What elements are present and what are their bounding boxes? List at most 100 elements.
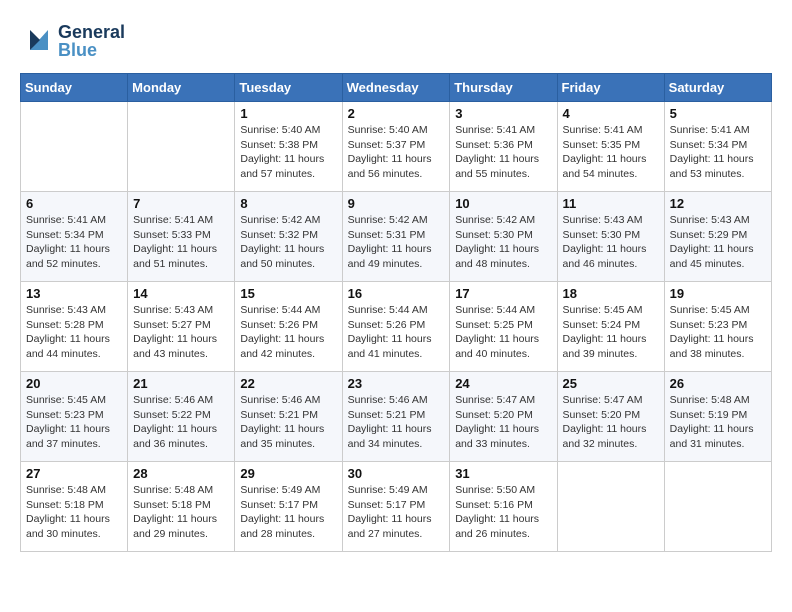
- day-number: 9: [348, 196, 445, 211]
- day-number: 7: [133, 196, 229, 211]
- day-info: Sunrise: 5:46 AMSunset: 5:22 PMDaylight:…: [133, 393, 229, 452]
- calendar-cell: 22 Sunrise: 5:46 AMSunset: 5:21 PMDayligh…: [235, 372, 342, 462]
- day-info: Sunrise: 5:43 AMSunset: 5:27 PMDaylight:…: [133, 303, 229, 362]
- day-info: Sunrise: 5:44 AMSunset: 5:25 PMDaylight:…: [455, 303, 551, 362]
- calendar-cell: 17 Sunrise: 5:44 AMSunset: 5:25 PMDayligh…: [450, 282, 557, 372]
- calendar-cell: 5 Sunrise: 5:41 AMSunset: 5:34 PMDaylight…: [664, 102, 771, 192]
- day-number: 30: [348, 466, 445, 481]
- day-info: Sunrise: 5:42 AMSunset: 5:31 PMDaylight:…: [348, 213, 445, 272]
- header: General Blue: [20, 20, 772, 61]
- day-number: 20: [26, 376, 122, 391]
- logo-blue: Blue: [58, 41, 125, 59]
- day-number: 24: [455, 376, 551, 391]
- weekday-row: SundayMondayTuesdayWednesdayThursdayFrid…: [21, 74, 772, 102]
- calendar-cell: 8 Sunrise: 5:42 AMSunset: 5:32 PMDaylight…: [235, 192, 342, 282]
- day-info: Sunrise: 5:46 AMSunset: 5:21 PMDaylight:…: [240, 393, 336, 452]
- week-row-1: 1 Sunrise: 5:40 AMSunset: 5:38 PMDaylight…: [21, 102, 772, 192]
- day-number: 5: [670, 106, 766, 121]
- day-info: Sunrise: 5:49 AMSunset: 5:17 PMDaylight:…: [348, 483, 445, 542]
- calendar-cell: 30 Sunrise: 5:49 AMSunset: 5:17 PMDayligh…: [342, 462, 450, 552]
- day-info: Sunrise: 5:41 AMSunset: 5:34 PMDaylight:…: [670, 123, 766, 182]
- day-number: 17: [455, 286, 551, 301]
- calendar-body: 1 Sunrise: 5:40 AMSunset: 5:38 PMDaylight…: [21, 102, 772, 552]
- week-row-5: 27Sunrise: 5:48 AMSunset: 5:18 PMDayligh…: [21, 462, 772, 552]
- calendar-cell: 9 Sunrise: 5:42 AMSunset: 5:31 PMDaylight…: [342, 192, 450, 282]
- calendar-cell: 28Sunrise: 5:48 AMSunset: 5:18 PMDayligh…: [128, 462, 235, 552]
- day-number: 3: [455, 106, 551, 121]
- weekday-header-friday: Friday: [557, 74, 664, 102]
- weekday-header-tuesday: Tuesday: [235, 74, 342, 102]
- day-info: Sunrise: 5:41 AMSunset: 5:33 PMDaylight:…: [133, 213, 229, 272]
- day-number: 25: [563, 376, 659, 391]
- calendar-cell: 7 Sunrise: 5:41 AMSunset: 5:33 PMDaylight…: [128, 192, 235, 282]
- calendar-cell: 15 Sunrise: 5:44 AMSunset: 5:26 PMDayligh…: [235, 282, 342, 372]
- day-number: 12: [670, 196, 766, 211]
- day-info: Sunrise: 5:40 AMSunset: 5:38 PMDaylight:…: [240, 123, 336, 182]
- day-number: 13: [26, 286, 122, 301]
- calendar-cell: 27Sunrise: 5:48 AMSunset: 5:18 PMDayligh…: [21, 462, 128, 552]
- calendar-cell: 20 Sunrise: 5:45 AMSunset: 5:23 PMDayligh…: [21, 372, 128, 462]
- day-info: Sunrise: 5:44 AMSunset: 5:26 PMDaylight:…: [348, 303, 445, 362]
- day-info: Sunrise: 5:41 AMSunset: 5:35 PMDaylight:…: [563, 123, 659, 182]
- day-info: Sunrise: 5:47 AMSunset: 5:20 PMDaylight:…: [563, 393, 659, 452]
- calendar-cell: 13 Sunrise: 5:43 AMSunset: 5:28 PMDayligh…: [21, 282, 128, 372]
- logo-general: General: [58, 23, 125, 41]
- weekday-header-monday: Monday: [128, 74, 235, 102]
- day-number: 8: [240, 196, 336, 211]
- day-info: Sunrise: 5:44 AMSunset: 5:26 PMDaylight:…: [240, 303, 336, 362]
- day-info: Sunrise: 5:46 AMSunset: 5:21 PMDaylight:…: [348, 393, 445, 452]
- weekday-header-sunday: Sunday: [21, 74, 128, 102]
- calendar-header: SundayMondayTuesdayWednesdayThursdayFrid…: [21, 74, 772, 102]
- calendar-cell: 4 Sunrise: 5:41 AMSunset: 5:35 PMDaylight…: [557, 102, 664, 192]
- day-number: 28: [133, 466, 229, 481]
- week-row-3: 13 Sunrise: 5:43 AMSunset: 5:28 PMDayligh…: [21, 282, 772, 372]
- day-info: Sunrise: 5:42 AMSunset: 5:32 PMDaylight:…: [240, 213, 336, 272]
- day-info: Sunrise: 5:48 AMSunset: 5:18 PMDaylight:…: [26, 483, 122, 542]
- calendar-cell: 2Sunrise: 5:40 AMSunset: 5:37 PMDaylight…: [342, 102, 450, 192]
- day-info: Sunrise: 5:41 AMSunset: 5:34 PMDaylight:…: [26, 213, 122, 272]
- day-info: Sunrise: 5:47 AMSunset: 5:20 PMDaylight:…: [455, 393, 551, 452]
- calendar-cell: 11 Sunrise: 5:43 AMSunset: 5:30 PMDayligh…: [557, 192, 664, 282]
- calendar-cell: 18Sunrise: 5:45 AMSunset: 5:24 PMDayligh…: [557, 282, 664, 372]
- day-number: 21: [133, 376, 229, 391]
- day-number: 4: [563, 106, 659, 121]
- calendar-cell: 26 Sunrise: 5:48 AMSunset: 5:19 PMDayligh…: [664, 372, 771, 462]
- calendar-cell: 6 Sunrise: 5:41 AMSunset: 5:34 PMDaylight…: [21, 192, 128, 282]
- day-number: 23: [348, 376, 445, 391]
- day-info: Sunrise: 5:43 AMSunset: 5:28 PMDaylight:…: [26, 303, 122, 362]
- day-info: Sunrise: 5:41 AMSunset: 5:36 PMDaylight:…: [455, 123, 551, 182]
- day-info: Sunrise: 5:45 AMSunset: 5:23 PMDaylight:…: [670, 303, 766, 362]
- day-number: 22: [240, 376, 336, 391]
- day-number: 31: [455, 466, 551, 481]
- day-number: 11: [563, 196, 659, 211]
- week-row-2: 6 Sunrise: 5:41 AMSunset: 5:34 PMDaylight…: [21, 192, 772, 282]
- day-number: 14: [133, 286, 229, 301]
- day-number: 15: [240, 286, 336, 301]
- calendar-cell: 1 Sunrise: 5:40 AMSunset: 5:38 PMDaylight…: [235, 102, 342, 192]
- calendar-cell: 14 Sunrise: 5:43 AMSunset: 5:27 PMDayligh…: [128, 282, 235, 372]
- day-number: 6: [26, 196, 122, 211]
- calendar-cell: 24 Sunrise: 5:47 AMSunset: 5:20 PMDayligh…: [450, 372, 557, 462]
- calendar-cell: [21, 102, 128, 192]
- calendar-cell: 10Sunrise: 5:42 AMSunset: 5:30 PMDayligh…: [450, 192, 557, 282]
- logo: General Blue: [20, 20, 125, 61]
- weekday-header-saturday: Saturday: [664, 74, 771, 102]
- calendar-cell: [557, 462, 664, 552]
- week-row-4: 20 Sunrise: 5:45 AMSunset: 5:23 PMDayligh…: [21, 372, 772, 462]
- day-number: 26: [670, 376, 766, 391]
- day-number: 1: [240, 106, 336, 121]
- day-info: Sunrise: 5:45 AMSunset: 5:23 PMDaylight:…: [26, 393, 122, 452]
- calendar-cell: [664, 462, 771, 552]
- day-info: Sunrise: 5:43 AMSunset: 5:30 PMDaylight:…: [563, 213, 659, 272]
- day-number: 16: [348, 286, 445, 301]
- day-info: Sunrise: 5:42 AMSunset: 5:30 PMDaylight:…: [455, 213, 551, 272]
- weekday-header-thursday: Thursday: [450, 74, 557, 102]
- day-info: Sunrise: 5:48 AMSunset: 5:19 PMDaylight:…: [670, 393, 766, 452]
- day-number: 19: [670, 286, 766, 301]
- calendar-cell: 16 Sunrise: 5:44 AMSunset: 5:26 PMDayligh…: [342, 282, 450, 372]
- calendar-cell: 3 Sunrise: 5:41 AMSunset: 5:36 PMDaylight…: [450, 102, 557, 192]
- day-info: Sunrise: 5:49 AMSunset: 5:17 PMDaylight:…: [240, 483, 336, 542]
- logo-icon: [20, 20, 56, 56]
- calendar-cell: 21 Sunrise: 5:46 AMSunset: 5:22 PMDayligh…: [128, 372, 235, 462]
- day-number: 29: [240, 466, 336, 481]
